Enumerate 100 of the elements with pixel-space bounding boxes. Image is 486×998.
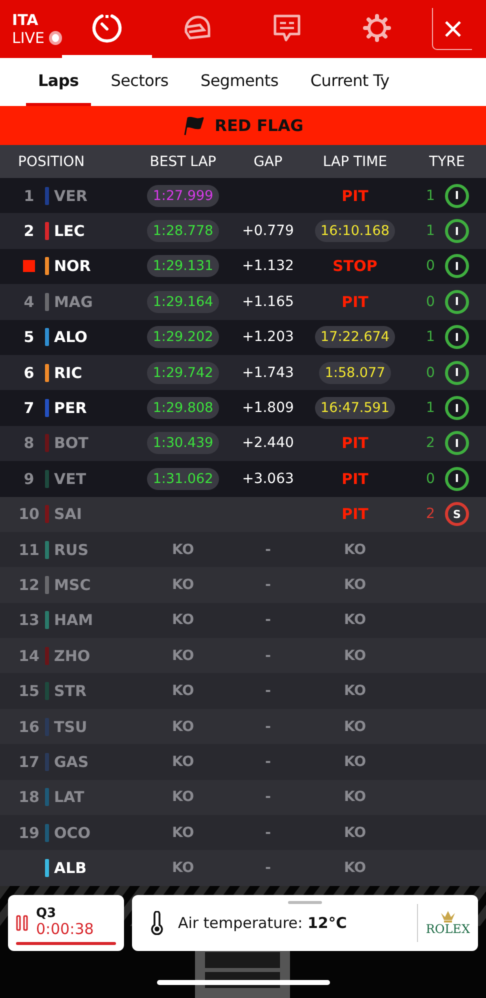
lap-time: 1:58.077 (318, 362, 392, 384)
best-lap-time: KO (172, 860, 194, 876)
gap-value: - (265, 860, 271, 876)
driver-code: ALB (54, 859, 88, 878)
best-lap-time: KO (172, 542, 194, 558)
gap-value: - (265, 718, 271, 735)
settings-icon (362, 12, 392, 42)
crown-icon (438, 909, 457, 924)
gap-value: +0.779 (242, 223, 294, 240)
driver-code: RUS (54, 540, 90, 559)
best-lap-time: KO (172, 612, 194, 628)
lap-time: KO (344, 824, 366, 841)
column-header: GAP (252, 154, 284, 170)
best-lap-time: KO (172, 754, 194, 770)
gap-value: - (265, 648, 271, 664)
column-header: BEST LAP (148, 154, 218, 170)
message-icon (272, 12, 302, 42)
flag-icon (182, 116, 205, 136)
tyre-laps: 1 (426, 329, 435, 346)
tyre-compound: S (444, 502, 469, 526)
gap-value: - (265, 789, 271, 806)
position-number: 16 (18, 718, 40, 736)
driver-code: MSC (54, 576, 92, 594)
tyre-compound: I (444, 396, 469, 420)
position-number: 7 (22, 399, 36, 418)
driver-code: LAT (54, 788, 86, 806)
pause-icon (16, 914, 28, 931)
position-number: 15 (18, 682, 40, 700)
position-number: 19 (18, 824, 40, 842)
lap-time: KO (344, 754, 366, 770)
driver-code: BOT (54, 434, 90, 452)
best-lap-time: 1:28.778 (146, 220, 220, 242)
gap-value: - (265, 612, 271, 628)
driver-code: PER (54, 399, 88, 418)
best-lap-time: 1:30.439 (146, 432, 220, 454)
best-lap-time: KO (172, 576, 194, 593)
lap-time: KO (344, 683, 366, 700)
tyre-compound: I (444, 466, 469, 491)
close-icon (444, 20, 462, 38)
best-lap-time: 1:27.999 (146, 184, 220, 207)
best-lap-time: KO (172, 648, 194, 664)
tyre-laps: 0 (426, 258, 435, 274)
lap-time: KO (344, 576, 366, 593)
tyre-compound: I (444, 290, 469, 314)
gap-value: +3.063 (242, 470, 294, 487)
best-lap-time: 1:29.164 (146, 290, 220, 313)
best-lap-time: 1:29.131 (146, 255, 220, 278)
best-lap-time: 1:29.742 (146, 362, 220, 384)
tyre-compound: I (444, 219, 469, 244)
gap-value: +2.440 (242, 435, 294, 452)
pit-status: PIT (342, 186, 368, 205)
position-number: 11 (18, 540, 40, 559)
gap-value: +1.203 (242, 329, 294, 346)
column-header: TYRE (428, 154, 466, 170)
driver-code: GAS (54, 752, 90, 771)
close-button[interactable] (432, 8, 472, 50)
driver-code: ZHO (54, 646, 92, 665)
driver-code: LEC (54, 222, 86, 240)
country-code: ITA (12, 11, 40, 29)
live-label: LIVE (12, 29, 45, 47)
tyre-laps: 1 (426, 188, 435, 204)
drag-handle[interactable] (288, 900, 322, 904)
live-dot-icon (48, 31, 62, 45)
tab[interactable]: Current Ty (298, 58, 402, 106)
column-header: LAP TIME (322, 154, 388, 170)
flag-text: RED FLAG (214, 116, 304, 135)
best-lap-time: 1:29.202 (146, 326, 220, 348)
position-number: 1 (22, 186, 36, 205)
position-number: 17 (18, 752, 40, 771)
best-lap-time: KO (172, 824, 194, 841)
driver-code: ALO (54, 328, 88, 346)
position-number: 12 (18, 576, 40, 594)
driver-code: VER (54, 186, 88, 205)
gap-value: - (265, 824, 271, 841)
position-number: 4 (22, 292, 36, 311)
session-name: Q3 (36, 907, 58, 922)
tyre-compound: I (444, 254, 469, 278)
lap-time: KO (344, 718, 366, 735)
gap-value: - (265, 542, 271, 558)
tyre-laps: 1 (426, 400, 435, 416)
tab[interactable]: Sectors (98, 58, 180, 106)
tyre-laps: 0 (426, 470, 435, 487)
gap-value: +1.165 (242, 294, 294, 310)
position-number: 9 (22, 470, 36, 488)
weather-card[interactable]: Air temperature: 12°C ROLEX (132, 894, 478, 951)
thermometer-icon (150, 910, 164, 935)
position-number: 5 (22, 328, 36, 346)
helmet-icon (182, 14, 212, 42)
driver-code: HAM (54, 611, 94, 630)
column-header: POSITION (18, 154, 86, 170)
pit-status: PIT (342, 434, 368, 452)
driver-code: OCO (54, 824, 92, 842)
position-number: 14 (18, 646, 40, 665)
tyre-laps: 0 (426, 294, 435, 310)
tab[interactable]: Segments (188, 58, 290, 106)
gap-value: - (265, 754, 271, 770)
air-temperature: Air temperature: 12°C (178, 914, 347, 932)
lap-time: KO (344, 789, 366, 806)
gap-value: +1.809 (242, 400, 294, 416)
tyre-compound: I (444, 184, 469, 208)
